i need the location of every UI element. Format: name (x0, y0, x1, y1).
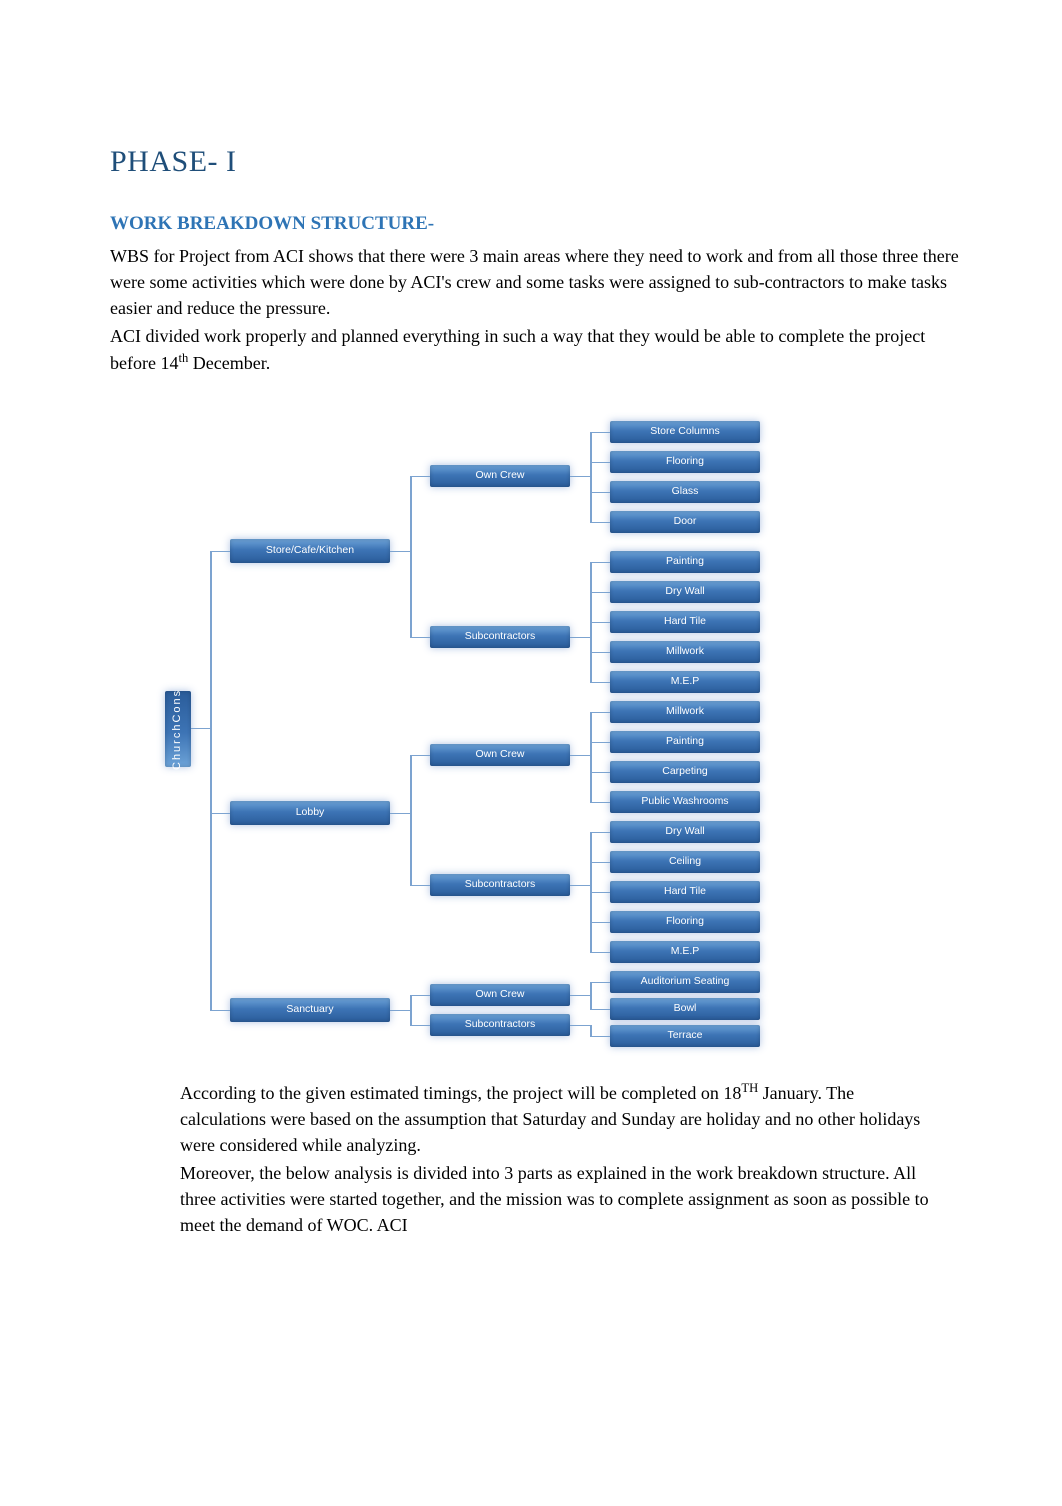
conn (570, 637, 590, 639)
after-text: According to the given estimated timings… (180, 1079, 932, 1239)
leaf-flooring-2: Flooring (610, 911, 760, 933)
leaf-millwork-1: Millwork (610, 641, 760, 663)
conn (410, 885, 430, 887)
leaf-carpeting: Carpeting (610, 761, 760, 783)
conn (590, 1025, 592, 1036)
after-p1a: According to the given estimated timings… (180, 1083, 741, 1103)
conn (390, 1010, 410, 1012)
conn (410, 755, 412, 885)
conn (590, 652, 610, 654)
conn (590, 432, 592, 522)
intro-text: WBS for Project from ACI shows that ther… (110, 243, 962, 376)
conn (410, 1025, 430, 1027)
leaf-bowl: Bowl (610, 998, 760, 1020)
leaf-mep-1: M.E.P (610, 671, 760, 693)
leaf-dry-wall-1: Dry Wall (610, 581, 760, 603)
conn (590, 892, 610, 894)
conn (210, 813, 230, 815)
conn (590, 982, 610, 984)
conn (210, 551, 212, 1010)
conn (590, 952, 610, 954)
intro-p1: WBS for Project from ACI shows that ther… (110, 243, 962, 321)
conn (590, 982, 592, 1009)
conn (590, 622, 610, 624)
leaf-mep-2: M.E.P (610, 941, 760, 963)
intro-p2: ACI divided work properly and planned ev… (110, 323, 962, 376)
leaf-dry-wall-2: Dry Wall (610, 821, 760, 843)
conn (590, 712, 592, 802)
conn (570, 995, 590, 997)
leaf-public-washrooms: Public Washrooms (610, 791, 760, 813)
conn (390, 813, 410, 815)
conn (590, 492, 610, 494)
node-sanctuary: Sanctuary (230, 998, 390, 1022)
node-lobby: Lobby (230, 801, 390, 825)
leaf-painting-1: Painting (610, 551, 760, 573)
intro-p2b: December. (188, 353, 270, 373)
leaf-door: Door (610, 511, 760, 533)
node-store: Store/Cafe/Kitchen (230, 539, 390, 563)
conn (410, 637, 430, 639)
conn (410, 995, 412, 1025)
node-root: ChurchCons (165, 691, 191, 767)
conn (210, 1010, 230, 1012)
conn (410, 476, 430, 478)
conn (570, 1025, 590, 1027)
conn (590, 1009, 610, 1011)
conn (590, 802, 610, 804)
node-sanctuary-subcontractors: Subcontractors (430, 1014, 570, 1036)
conn (590, 462, 610, 464)
conn (590, 592, 610, 594)
conn (590, 862, 610, 864)
conn (590, 562, 610, 564)
wbs-diagram: ChurchCons Store/Cafe/Kitchen Lobby Sanc… (110, 401, 870, 1051)
node-store-own-crew: Own Crew (430, 465, 570, 487)
conn (410, 995, 430, 997)
conn (570, 755, 590, 757)
after-p1-sup: TH (741, 1081, 758, 1095)
intro-p2-sup: th (178, 351, 188, 365)
section-subtitle: WORK BREAKDOWN STRUCTURE- (110, 210, 962, 238)
node-sanctuary-own-crew: Own Crew (430, 984, 570, 1006)
node-store-subcontractors: Subcontractors (430, 626, 570, 648)
leaf-flooring-1: Flooring (610, 451, 760, 473)
conn (590, 682, 610, 684)
conn (590, 432, 610, 434)
conn (590, 832, 610, 834)
conn (410, 755, 430, 757)
conn (590, 742, 610, 744)
conn (210, 551, 230, 553)
conn (590, 772, 610, 774)
page-title: PHASE- I (110, 140, 962, 184)
leaf-hard-tile-1: Hard Tile (610, 611, 760, 633)
conn (390, 551, 410, 553)
conn (570, 885, 590, 887)
conn (590, 922, 610, 924)
leaf-hard-tile-2: Hard Tile (610, 881, 760, 903)
conn (590, 1036, 610, 1038)
conn (570, 476, 590, 478)
leaf-auditorium-seating: Auditorium Seating (610, 971, 760, 993)
node-lobby-subcontractors: Subcontractors (430, 874, 570, 896)
leaf-painting-2: Painting (610, 731, 760, 753)
conn (410, 476, 412, 637)
conn (191, 728, 210, 730)
conn (590, 522, 610, 524)
leaf-millwork-2: Millwork (610, 701, 760, 723)
leaf-store-columns: Store Columns (610, 421, 760, 443)
after-p2: Moreover, the below analysis is divided … (180, 1160, 932, 1238)
conn (590, 712, 610, 714)
after-p1: According to the given estimated timings… (180, 1079, 932, 1158)
node-lobby-own-crew: Own Crew (430, 744, 570, 766)
leaf-ceiling: Ceiling (610, 851, 760, 873)
leaf-glass: Glass (610, 481, 760, 503)
leaf-terrace: Terrace (610, 1025, 760, 1047)
